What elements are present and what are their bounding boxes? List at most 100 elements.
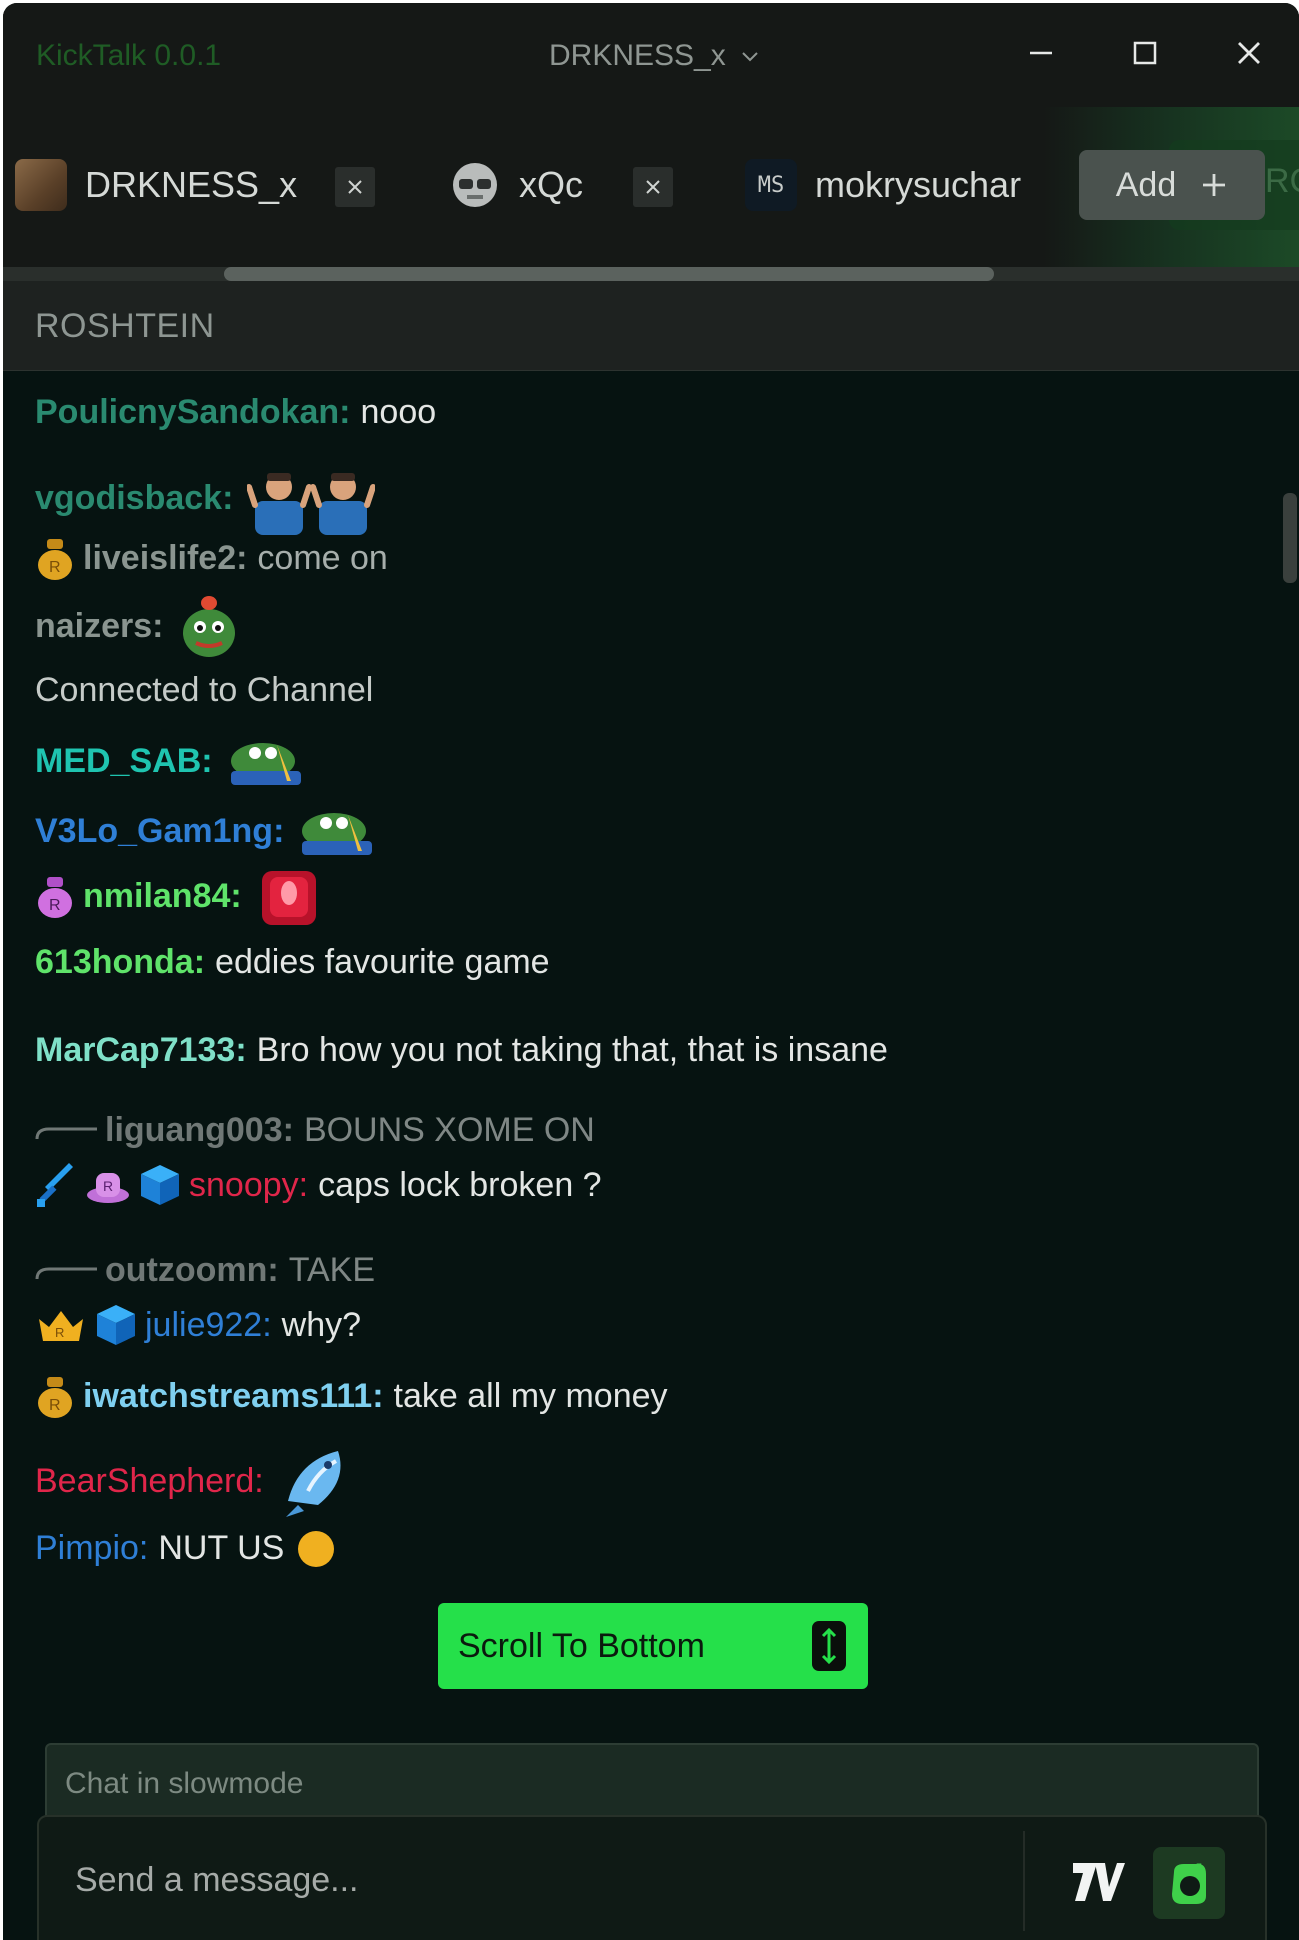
chat-message: R iwatchstreams111: take all my money	[35, 1373, 668, 1419]
chat-message: MarCap7133: Bro how you not taking that,…	[35, 1031, 888, 1070]
message-text: nooo	[360, 393, 437, 431]
username[interactable]: julie922:	[145, 1306, 272, 1345]
message-text: BOUNS XOME ON	[303, 1111, 595, 1149]
slowmode-notice: Chat in slowmode	[45, 1743, 1259, 1825]
username[interactable]: 613honda:	[35, 943, 205, 982]
username[interactable]: PoulicnySandokan:	[35, 393, 351, 432]
reply-line-icon	[35, 1127, 97, 1139]
shrug-emote-icon	[247, 473, 376, 535]
reply-line-icon	[35, 1267, 97, 1279]
sword-badge-icon	[37, 1163, 73, 1207]
reply-message: outzoomn: TAKE	[35, 1251, 375, 1290]
tab-drkness[interactable]: DRKNESS_x	[15, 155, 297, 215]
add-button-label: Add	[1115, 165, 1177, 204]
message-text: take all my money	[393, 1376, 668, 1415]
plus-icon	[1203, 174, 1226, 196]
tab-scrollbar-thumb[interactable]	[224, 267, 994, 281]
message-text: TAKE	[288, 1251, 375, 1289]
message-input[interactable]: Send a message... z	[37, 1815, 1267, 1940]
svg-text:R: R	[49, 559, 61, 576]
username[interactable]: V3Lo_Gam1ng:	[35, 812, 284, 851]
chat-message: 613honda: eddies favourite game	[35, 943, 550, 982]
svg-text:R: R	[103, 1178, 113, 1194]
channel-selector-label: DRKNESS_x	[549, 39, 726, 72]
tab-label: DRKNESS_x	[85, 164, 298, 205]
add-channel-button[interactable]: Add	[1079, 150, 1265, 220]
username[interactable]: Pimpio:	[35, 1529, 148, 1568]
svg-text:R: R	[55, 1325, 64, 1340]
chat-message: V3Lo_Gam1ng:	[35, 801, 376, 861]
crown-badge-icon: R	[39, 1311, 83, 1341]
tab-label: mokrysuchar	[815, 164, 1022, 205]
minimize-icon	[1030, 51, 1052, 55]
chat-message: vgodisback:	[35, 461, 376, 535]
message-text: why?	[281, 1305, 362, 1344]
tab-close-button[interactable]	[335, 167, 375, 207]
cube-badge-icon	[141, 1165, 179, 1205]
username[interactable]: BearShepherd:	[35, 1462, 264, 1501]
tab-label: xQc	[519, 164, 584, 205]
siren-emote-icon	[261, 871, 316, 925]
username[interactable]: vgodisback:	[35, 479, 233, 518]
svg-text:z: z	[1196, 1859, 1202, 1873]
username[interactable]: liguang003:	[105, 1111, 294, 1150]
svg-text:R: R	[49, 897, 61, 914]
chat-message: R snoopy: caps lock broken ?	[35, 1163, 602, 1207]
scroll-to-bottom-button[interactable]: Scroll To Bottom	[438, 1603, 868, 1689]
close-window-button[interactable]	[1229, 33, 1269, 73]
username[interactable]: MED_SAB:	[35, 742, 213, 781]
title-bar: KickTalk 0.0.1 DRKNESS_x	[3, 3, 1299, 107]
cube-badge-icon	[97, 1305, 135, 1345]
tab-mokrysuchar[interactable]: MS mokrysuchar	[745, 155, 1021, 215]
crystal-fish-emote-icon	[285, 1451, 341, 1517]
maximize-icon	[1133, 41, 1157, 65]
app-name: KickTalk 0.0.1	[36, 39, 222, 72]
message-text: come on	[257, 538, 388, 577]
tab-xqc[interactable]: xQc	[449, 155, 583, 215]
close-icon	[348, 180, 362, 194]
hat-badge-icon: R	[87, 1173, 129, 1203]
username[interactable]: naizers:	[35, 607, 164, 646]
system-message-text: Connected to Channel	[35, 671, 374, 709]
system-message: Connected to Channel	[35, 671, 373, 710]
tab-close-button[interactable]	[633, 167, 673, 207]
minimize-button[interactable]	[1021, 33, 1061, 73]
arrows-vertical-icon	[812, 1621, 846, 1671]
username[interactable]: snoopy:	[189, 1166, 308, 1205]
chat-message: Pimpio: NUT US	[35, 1529, 335, 1568]
channel-header: ROSHTEIN	[3, 281, 1299, 371]
maximize-button[interactable]	[1125, 33, 1165, 73]
avatar	[453, 163, 497, 207]
app-window: KickTalk 0.0.1 DRKNESS_x DRKNESS_x xQc M…	[3, 3, 1299, 1940]
username[interactable]: outzoomn:	[105, 1251, 279, 1290]
channel-title: ROSHTEIN	[35, 307, 215, 345]
chat-scrollbar[interactable]	[1283, 493, 1297, 583]
username[interactable]: nmilan84:	[83, 877, 242, 916]
emote-picker-button[interactable]: z	[1153, 1847, 1225, 1919]
message-input-placeholder: Send a message...	[75, 1861, 359, 1899]
tab-label: RC	[1265, 162, 1299, 200]
chevron-down-icon	[742, 52, 758, 62]
scroll-to-bottom-label: Scroll To Bottom	[458, 1626, 705, 1665]
money-bag-badge-icon: R	[38, 1377, 72, 1418]
username[interactable]: liveislife2:	[83, 539, 247, 578]
message-text: Bro how you not taking that, that is ins…	[256, 1031, 888, 1069]
avatar: MS	[745, 159, 797, 211]
username[interactable]: MarCap7133:	[35, 1031, 247, 1070]
message-text: caps lock broken ?	[318, 1165, 602, 1204]
close-icon	[1238, 42, 1260, 64]
chat-message: BearShepherd:	[35, 1441, 358, 1521]
username[interactable]: iwatchstreams111:	[83, 1377, 384, 1416]
pepe-pray-emote-icon	[302, 813, 373, 855]
channel-selector[interactable]: DRKNESS_x	[549, 39, 760, 73]
pepe-pray-emote-icon	[230, 743, 301, 785]
message-text: NUT US	[158, 1529, 285, 1567]
money-bag-badge-icon: R	[38, 877, 72, 918]
chat-message: MED_SAB:	[35, 731, 305, 791]
seventv-emote-icon[interactable]	[1071, 1857, 1125, 1907]
emoji-icon	[298, 1530, 335, 1567]
close-icon	[646, 180, 660, 194]
money-bag-badge-icon: R	[38, 539, 72, 580]
divider	[1023, 1831, 1025, 1931]
reply-message: liguang003: BOUNS XOME ON	[35, 1111, 595, 1150]
